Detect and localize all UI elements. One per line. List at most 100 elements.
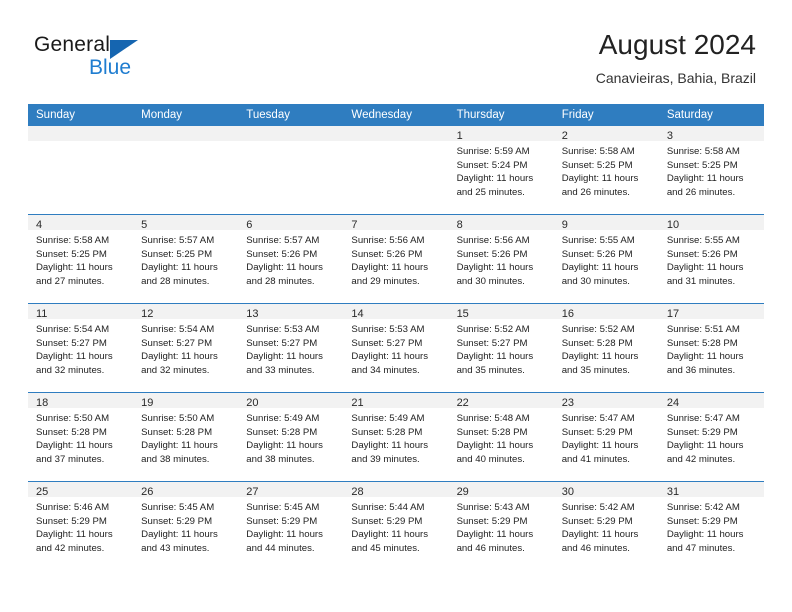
day-number-band [238, 126, 344, 141]
calendar-day-cell[interactable]: 4 Sunrise: 5:58 AM Sunset: 5:25 PM Daylight… [28, 215, 134, 303]
sunrise-text: Sunrise: 5:55 AM [666, 235, 740, 246]
day-number-band: 12 [133, 304, 239, 320]
calendar-week-row: 1 Sunrise: 5:59 AM Sunset: 5:24 PM Daylight… [28, 126, 764, 214]
calendar-day-cell[interactable]: 7 Sunrise: 5:56 AM Sunset: 5:26 PM Daylight… [343, 215, 449, 303]
sunset-text: Sunset: 5:28 PM [36, 426, 107, 438]
sunrise-text: Sunrise: 5:47 AM [561, 413, 635, 424]
day-details: Sunrise: 5:58 AM Sunset: 5:25 PM Daylight:… [659, 141, 764, 199]
day-number: 12 [141, 308, 154, 320]
sunrise-text: Sunrise: 5:54 AM [141, 324, 215, 335]
day-details: Sunrise: 5:55 AM Sunset: 5:26 PM Daylight:… [554, 230, 659, 288]
calendar-day-cell[interactable]: 22 Sunrise: 5:48 AM Sunset: 5:28 PM Dayligh… [448, 393, 554, 481]
sunset-text: Sunset: 5:29 PM [246, 515, 318, 527]
day-number-band: 11 [28, 304, 134, 320]
calendar-day-cell[interactable]: 28 Sunrise: 5:44 AM Sunset: 5:29 PM Dayligh… [343, 482, 449, 570]
calendar-day-cell[interactable]: 6 Sunrise: 5:57 AM Sunset: 5:26 PM Daylight… [238, 215, 344, 303]
day-number-band: 16 [553, 304, 659, 320]
sunrise-text: Sunrise: 5:43 AM [456, 502, 530, 513]
day-number: 10 [666, 219, 680, 231]
weekday-header-saturday: Saturday [666, 109, 713, 121]
sunrise-text: Sunrise: 5:49 AM [351, 413, 425, 424]
day-number: 1 [456, 130, 463, 142]
calendar-day-cell[interactable]: 10 Sunrise: 5:55 AM Sunset: 5:26 PM Dayligh… [658, 215, 764, 303]
day-number: 2 [561, 130, 568, 142]
calendar-day-cell[interactable]: 27 Sunrise: 5:45 AM Sunset: 5:29 PM Dayligh… [238, 482, 344, 570]
brand-logo[interactable]: General Blue [34, 33, 164, 81]
day-number-band: 4 [28, 215, 134, 231]
calendar-day-cell[interactable]: 9 Sunrise: 5:55 AM Sunset: 5:26 PM Daylight… [553, 215, 659, 303]
sunrise-text: Sunrise: 5:53 AM [351, 324, 425, 335]
day-number: 7 [351, 219, 358, 231]
sunrise-text: Sunrise: 5:55 AM [561, 235, 635, 246]
daylight-text: Daylight: 11 hours [666, 262, 744, 274]
calendar-week-row: 18 Sunrise: 5:50 AM Sunset: 5:28 PM Dayligh… [28, 392, 764, 481]
daylight-text-cont: and 26 minutes. [666, 186, 736, 198]
calendar-day-cell[interactable]: 2 Sunrise: 5:58 AM Sunset: 5:25 PM Daylight… [553, 126, 659, 214]
sunset-text: Sunset: 5:29 PM [351, 515, 423, 527]
day-details [133, 141, 238, 145]
day-number-band [133, 126, 239, 141]
daylight-text: Daylight: 11 hours [351, 529, 429, 541]
day-details: Sunrise: 5:42 AM Sunset: 5:29 PM Daylight:… [554, 497, 659, 555]
daylight-text: Daylight: 11 hours [246, 440, 323, 452]
sunrise-text: Sunrise: 5:46 AM [36, 502, 110, 513]
sunset-text: Sunset: 5:28 PM [456, 426, 528, 438]
calendar-weeks: 1 Sunrise: 5:59 AM Sunset: 5:24 PM Daylight… [28, 126, 764, 570]
day-details: Sunrise: 5:45 AM Sunset: 5:29 PM Daylight:… [238, 497, 343, 555]
calendar-day-cell[interactable]: 16 Sunrise: 5:52 AM Sunset: 5:28 PM Dayligh… [553, 304, 659, 392]
daylight-text: Daylight: 11 hours [456, 173, 534, 185]
calendar-day-cell[interactable]: 17 Sunrise: 5:51 AM Sunset: 5:28 PM Dayligh… [658, 304, 764, 392]
page-header: General Blue August 2024 Canavieiras, Ba… [0, 0, 792, 100]
day-details: Sunrise: 5:50 AM Sunset: 5:28 PM Daylight:… [133, 408, 238, 466]
calendar-day-cell[interactable]: 8 Sunrise: 5:56 AM Sunset: 5:26 PM Daylight… [448, 215, 554, 303]
day-details: Sunrise: 5:47 AM Sunset: 5:29 PM Daylight:… [554, 408, 659, 466]
daylight-text-cont: and 46 minutes. [561, 542, 630, 554]
day-details: Sunrise: 5:47 AM Sunset: 5:29 PM Daylight:… [659, 408, 764, 466]
calendar-day-cell[interactable]: 15 Sunrise: 5:52 AM Sunset: 5:27 PM Dayligh… [448, 304, 554, 392]
daylight-text-cont: and 44 minutes. [246, 542, 315, 554]
calendar-day-cell[interactable]: 19 Sunrise: 5:50 AM Sunset: 5:28 PM Dayligh… [133, 393, 239, 481]
sunset-text: Sunset: 5:25 PM [141, 248, 213, 260]
calendar-day-cell[interactable]: 29 Sunrise: 5:43 AM Sunset: 5:29 PM Dayligh… [448, 482, 554, 570]
calendar-day-cell[interactable]: 11 Sunrise: 5:54 AM Sunset: 5:27 PM Dayligh… [28, 304, 134, 392]
calendar-day-cell[interactable]: 14 Sunrise: 5:53 AM Sunset: 5:27 PM Dayligh… [343, 304, 449, 392]
day-number-band: 31 [658, 482, 764, 498]
calendar-day-cell[interactable]: 21 Sunrise: 5:49 AM Sunset: 5:28 PM Dayligh… [343, 393, 449, 481]
calendar-day-cell[interactable]: 5 Sunrise: 5:57 AM Sunset: 5:25 PM Daylight… [133, 215, 239, 303]
calendar-week-row: 4 Sunrise: 5:58 AM Sunset: 5:25 PM Daylight… [28, 214, 764, 303]
daylight-text: Daylight: 11 hours [36, 262, 113, 274]
sunrise-text: Sunrise: 5:58 AM [36, 235, 110, 246]
day-details: Sunrise: 5:58 AM Sunset: 5:25 PM Daylight:… [28, 230, 133, 288]
day-details: Sunrise: 5:53 AM Sunset: 5:27 PM Daylight:… [238, 319, 343, 377]
weekday-header-sunday: Sunday [36, 109, 76, 121]
calendar-day-cell[interactable]: 23 Sunrise: 5:47 AM Sunset: 5:29 PM Dayligh… [553, 393, 659, 481]
daylight-text-cont: and 26 minutes. [561, 186, 630, 198]
calendar-day-cell[interactable]: 18 Sunrise: 5:50 AM Sunset: 5:28 PM Dayligh… [28, 393, 134, 481]
calendar-day-cell[interactable]: 3 Sunrise: 5:58 AM Sunset: 5:25 PM Daylight… [658, 126, 764, 214]
calendar-day-cell[interactable]: 12 Sunrise: 5:54 AM Sunset: 5:27 PM Dayligh… [133, 304, 239, 392]
sunset-text: Sunset: 5:27 PM [351, 337, 423, 349]
day-number-band: 13 [238, 304, 344, 320]
calendar-grid: Sunday Monday Tuesday Wednesday Thursday Frid… [28, 104, 764, 570]
day-number: 27 [246, 486, 259, 498]
calendar-day-cell[interactable]: 24 Sunrise: 5:47 AM Sunset: 5:29 PM Dayligh… [658, 393, 764, 481]
calendar-day-cell[interactable]: 20 Sunrise: 5:49 AM Sunset: 5:28 PM Dayligh… [238, 393, 344, 481]
sunrise-text: Sunrise: 5:48 AM [456, 413, 530, 424]
brand-name-blue: Blue [89, 56, 132, 79]
calendar-day-cell[interactable]: 1 Sunrise: 5:59 AM Sunset: 5:24 PM Daylight… [448, 126, 554, 214]
calendar-day-cell[interactable]: 26 Sunrise: 5:45 AM Sunset: 5:29 PM Dayligh… [133, 482, 239, 570]
day-number-band: 9 [553, 215, 659, 231]
calendar-day-cell[interactable]: 31 Sunrise: 5:42 AM Sunset: 5:29 PM Dayligh… [658, 482, 764, 570]
sunset-text: Sunset: 5:29 PM [561, 515, 633, 527]
calendar-day-cell[interactable]: 13 Sunrise: 5:53 AM Sunset: 5:27 PM Dayligh… [238, 304, 344, 392]
day-number-band: 14 [343, 304, 449, 320]
calendar-day-cell[interactable]: 25 Sunrise: 5:46 AM Sunset: 5:29 PM Dayligh… [28, 482, 134, 570]
daylight-text: Daylight: 11 hours [351, 262, 429, 274]
day-number-band: 29 [448, 482, 554, 498]
sunset-text: Sunset: 5:27 PM [456, 337, 528, 349]
calendar-day-cell[interactable]: 30 Sunrise: 5:42 AM Sunset: 5:29 PM Dayligh… [553, 482, 659, 570]
daylight-text: Daylight: 11 hours [141, 262, 218, 274]
daylight-text-cont: and 34 minutes. [351, 364, 420, 376]
day-number-band: 10 [658, 215, 764, 231]
daylight-text: Daylight: 11 hours [36, 351, 113, 363]
